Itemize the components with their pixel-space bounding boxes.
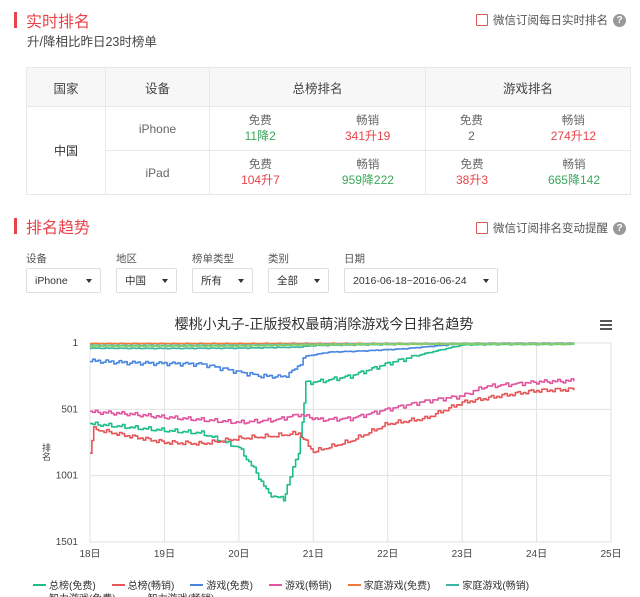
x-tick-label: 22日 <box>377 549 398 560</box>
y-tick-label: 501 <box>61 404 78 415</box>
legend-swatch <box>33 583 46 586</box>
series-line <box>90 378 575 425</box>
legend-label: 家庭游戏(畅销) <box>462 581 530 592</box>
legend-item[interactable]: 游戏(畅销) <box>269 578 332 592</box>
x-tick-label: 18日 <box>79 549 100 560</box>
legend-label: 游戏(畅销) <box>285 581 332 592</box>
x-tick-label: 19日 <box>154 549 175 560</box>
x-tick-label: 21日 <box>303 549 324 560</box>
legend-label: 智力游戏(免费) <box>49 590 116 597</box>
chart-legend: 总榜(免费) 总榜(畅销) 游戏(免费) 游戏(畅销) 家庭游戏(免费) 家庭游戏(畅销)… <box>33 578 633 597</box>
x-tick-label: 20日 <box>228 549 249 560</box>
y-tick-label: 1501 <box>56 537 79 548</box>
legend-label: 家庭游戏(免费) <box>363 581 431 592</box>
legend-item[interactable]: 家庭游戏(畅销) <box>446 578 530 592</box>
legend-label: 智力游戏(畅销) <box>148 590 215 597</box>
x-tick-label: 23日 <box>452 549 473 560</box>
legend-item[interactable]: 智力游戏(免费) <box>33 591 116 597</box>
x-tick-label: 25日 <box>600 549 621 560</box>
legend-item[interactable]: 智力游戏(畅销) <box>131 590 215 597</box>
legend-item[interactable]: 家庭游戏(免费) <box>347 578 431 592</box>
legend-swatch <box>446 583 460 586</box>
legend-swatch <box>111 583 125 586</box>
legend-swatch <box>190 583 204 586</box>
y-tick-label: 1001 <box>56 471 79 482</box>
series-line <box>90 387 575 454</box>
legend-swatch <box>269 583 283 586</box>
rank-trend-chart: 18日 19日 20日 21日 22日 23日 24日 25日 150110011501 <box>56 338 622 560</box>
y-tick-label: 1 <box>72 338 78 349</box>
x-tick-label: 24日 <box>526 549 547 560</box>
legend-swatch <box>347 583 361 586</box>
series-line <box>90 343 575 502</box>
